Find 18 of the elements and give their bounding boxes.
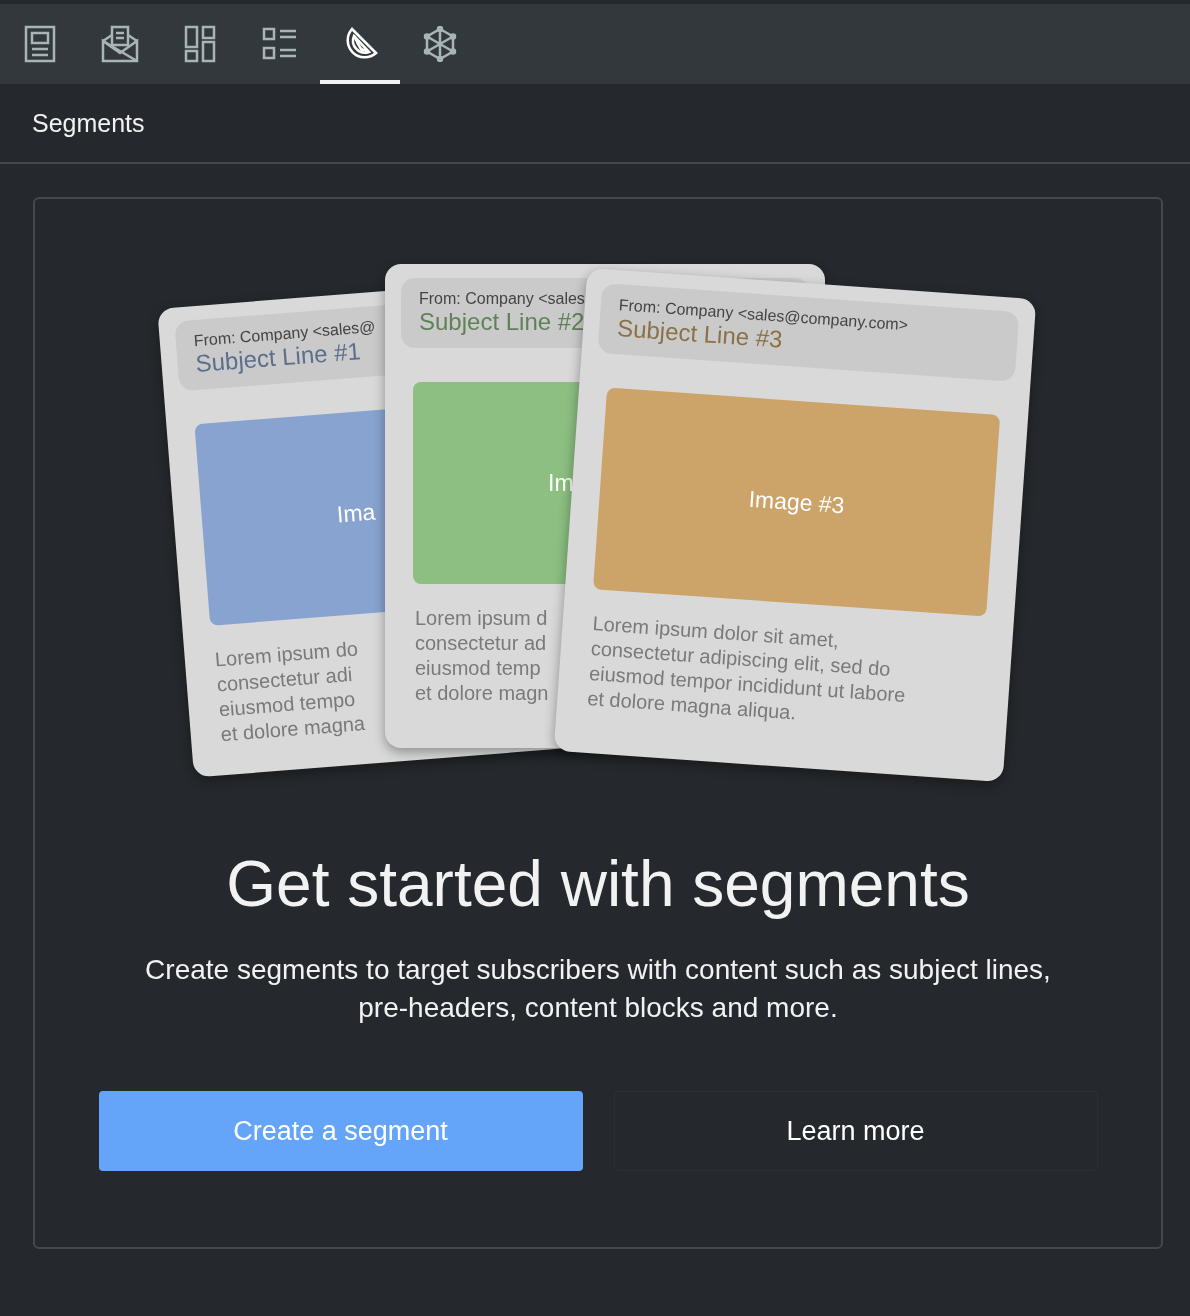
list-icon (262, 26, 298, 62)
sender-text: From: Company <sales (419, 290, 585, 308)
envelope-icon (101, 25, 139, 63)
body-text: et dolore magn (415, 681, 549, 706)
body-text: consectetur ad (415, 631, 547, 656)
body-text: eiusmod temp (415, 656, 541, 681)
image-label: Ima (335, 498, 377, 528)
subject-text: Subject Line #2 (419, 308, 585, 336)
image-label: Image #3 (747, 485, 846, 519)
network-icon (422, 26, 458, 62)
document-icon (23, 25, 57, 63)
body-text: Lorem ipsum d (415, 606, 548, 631)
empty-state-description: Create segments to target subscribers with content such as subject lines, pre-headers, content blocks and more. (144, 953, 1052, 1025)
image-label: Im (548, 469, 574, 497)
learn-more-button[interactable]: Learn more (613, 1091, 1098, 1171)
dashboard-icon (184, 25, 216, 63)
empty-state-heading: Get started with segments (226, 847, 970, 921)
panel-title: Segments (32, 108, 145, 138)
